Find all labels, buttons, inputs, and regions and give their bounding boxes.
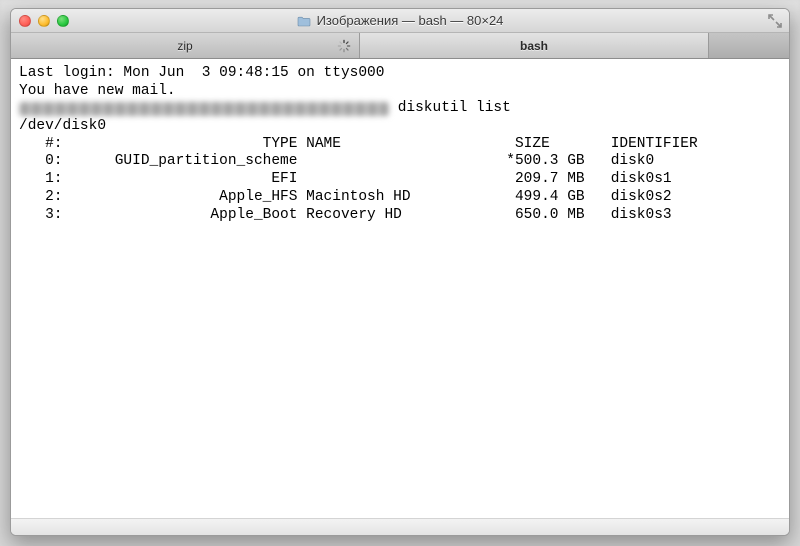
titlebar[interactable]: Изображения — bash — 80×24 [11, 9, 789, 33]
tab-label: bash [520, 39, 548, 53]
last-login-line: Last login: Mon Jun 3 09:48:15 on ttys00… [19, 65, 384, 81]
tab-new[interactable] [709, 33, 789, 58]
window-title: Изображения — bash — 80×24 [11, 13, 789, 28]
traffic-lights [11, 15, 69, 27]
tab-label: zip [177, 39, 192, 53]
folder-icon [297, 15, 311, 26]
table-row: 0: GUID_partition_scheme *500.3 GB disk0 [19, 153, 654, 169]
table-row: 2: Apple_HFS Macintosh HD 499.4 GB disk0… [19, 189, 672, 205]
tab-zip[interactable]: zip [11, 33, 360, 58]
tab-bar: zip bash [11, 33, 789, 59]
terminal-output[interactable]: Last login: Mon Jun 3 09:48:15 on ttys00… [11, 59, 789, 519]
mail-line: You have new mail. [19, 83, 176, 99]
table-row: 3: Apple_Boot Recovery HD 650.0 MB disk0… [19, 207, 672, 223]
fullscreen-icon[interactable] [767, 13, 783, 29]
table-header: #: TYPE NAME SIZE IDENTIFIER [19, 136, 698, 152]
zoom-button[interactable] [57, 15, 69, 27]
terminal-window: Изображения — bash — 80×24 zip [10, 8, 790, 536]
tab-bash[interactable]: bash [360, 33, 709, 58]
command-text: diskutil list [389, 100, 511, 116]
statusbar [11, 519, 789, 535]
window-title-text: Изображения — bash — 80×24 [317, 13, 504, 28]
spinner-icon [337, 39, 351, 53]
table-row: 1: EFI 209.7 MB disk0s1 [19, 171, 672, 187]
minimize-button[interactable] [38, 15, 50, 27]
close-button[interactable] [19, 15, 31, 27]
device-line: /dev/disk0 [19, 118, 106, 134]
redacted-prompt [19, 102, 389, 116]
